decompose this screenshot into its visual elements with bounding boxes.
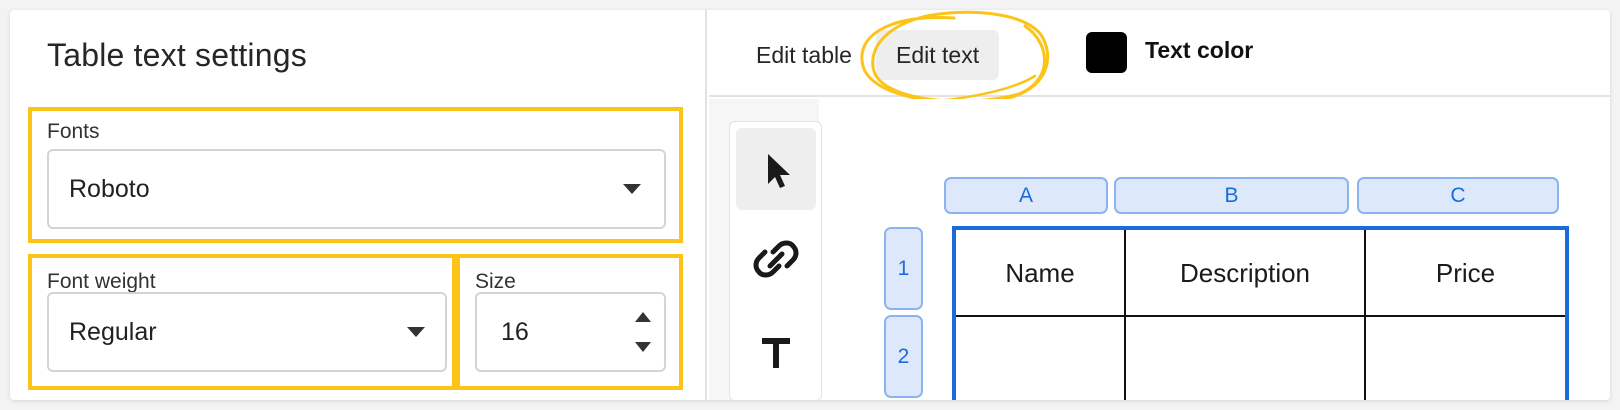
row-header-1[interactable]: 1 [884, 227, 923, 310]
tab-edit-text[interactable]: Edit text [876, 30, 1000, 80]
editor-card: Table text settings Fonts Roboto Font we… [10, 10, 1610, 400]
cursor-arrow-icon [768, 154, 790, 188]
chevron-down-icon [407, 327, 425, 337]
table-cell[interactable] [956, 317, 1126, 400]
text-color-label: Text color [1145, 37, 1254, 63]
table-canvas: A B C 1 2 Name Description Price [709, 99, 1610, 400]
chevron-down-icon [623, 184, 641, 194]
table-grid[interactable]: Name Description Price [952, 226, 1569, 400]
table-cell[interactable]: Name [956, 230, 1126, 317]
text-settings-panel: Table text settings Fonts Roboto Font we… [10, 10, 707, 400]
size-stepper[interactable]: 16 [475, 292, 666, 372]
fonts-select[interactable]: Roboto [47, 149, 666, 229]
size-value: 16 [501, 318, 529, 346]
row-header-2[interactable]: 2 [884, 315, 923, 398]
tool-palette [729, 121, 822, 400]
text-T-icon [762, 338, 790, 368]
stepper-down-icon[interactable] [635, 342, 651, 352]
text-color-swatch[interactable] [1086, 32, 1127, 73]
column-header-c[interactable]: C [1357, 177, 1559, 214]
tab-edit-table[interactable]: Edit table [736, 30, 872, 80]
tool-pointer[interactable] [736, 128, 816, 210]
table-cell[interactable] [1366, 317, 1565, 400]
table-cell[interactable]: Price [1366, 230, 1565, 317]
toolbar: Edit table Edit text Text color [709, 10, 1610, 106]
tool-text[interactable] [736, 308, 816, 390]
table-cell[interactable] [1126, 317, 1366, 400]
stepper-up-icon[interactable] [635, 312, 651, 322]
table-cell[interactable]: Description [1126, 230, 1366, 317]
fonts-label: Fonts [47, 120, 100, 143]
font-weight-label: Font weight [47, 270, 156, 293]
panel-title: Table text settings [47, 37, 307, 73]
font-weight-select-value: Regular [69, 318, 157, 346]
fonts-select-value: Roboto [69, 175, 150, 203]
font-weight-select[interactable]: Regular [47, 292, 447, 372]
column-header-b[interactable]: B [1114, 177, 1349, 214]
size-label: Size [475, 270, 516, 293]
tool-link[interactable] [736, 218, 816, 300]
column-header-a[interactable]: A [944, 177, 1108, 214]
link-icon [753, 240, 799, 278]
